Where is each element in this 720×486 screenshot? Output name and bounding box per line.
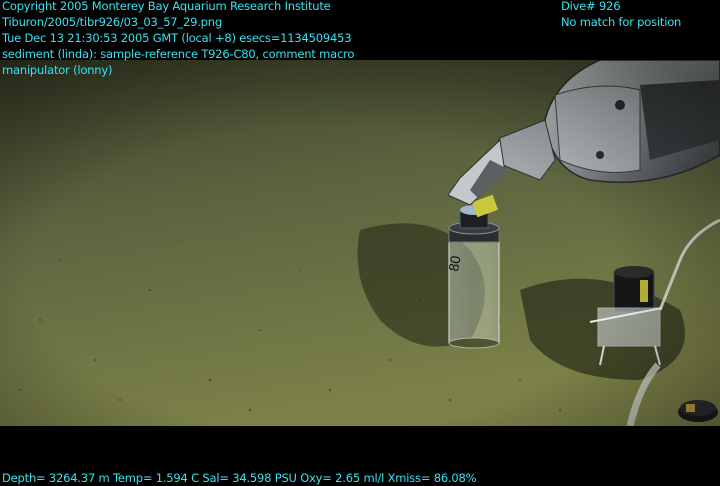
- dive-number: Dive# 926: [561, 0, 621, 13]
- position-status: No match for position: [561, 15, 682, 29]
- image-path-line: Tiburon/2005/tibr926/03_03_57_29.png: [2, 15, 222, 29]
- seafloor-image: 80: [0, 60, 720, 426]
- annotation-line-continued: manipulator (lonny): [2, 63, 113, 77]
- annotation-line: sediment (linda): sample-reference T926-…: [2, 47, 355, 61]
- timestamp-line: Tue Dec 13 21:30:53 2005 GMT (local +8) …: [2, 31, 352, 45]
- seafloor-scene: 80: [0, 60, 720, 426]
- metadata-overlay-top-left: Copyright 2005 Monterey Bay Aquarium Res…: [2, 0, 354, 78]
- sensor-readout: Depth= 3264.37 m Temp= 1.594 C Sal= 34.5…: [2, 471, 477, 485]
- video-frame: 80: [0, 0, 720, 486]
- metadata-overlay-top-right: Dive# 926 No match for position: [561, 0, 681, 30]
- vignette: [0, 60, 720, 426]
- copyright-line: Copyright 2005 Monterey Bay Aquarium Res…: [2, 0, 331, 13]
